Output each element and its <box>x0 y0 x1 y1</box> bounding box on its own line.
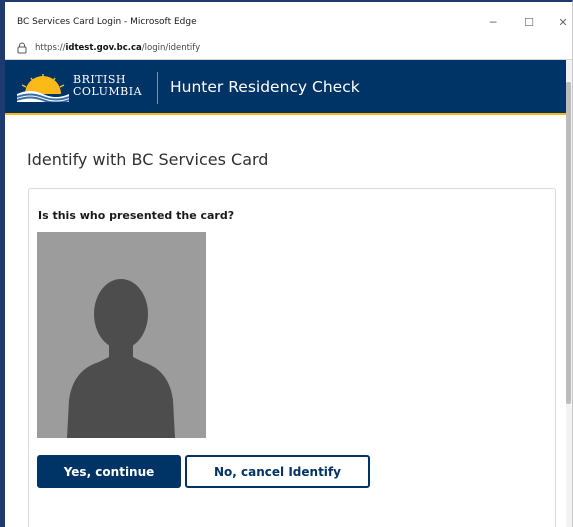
maximize-button[interactable]: ☐ <box>519 14 539 30</box>
lock-icon <box>17 42 27 53</box>
person-silhouette-icon <box>37 232 206 438</box>
identify-question: Is this who presented the card? <box>38 209 235 222</box>
yes-continue-button[interactable]: Yes, continue <box>37 455 181 488</box>
browser-window: BC Services Card Login - Microsoft Edge … <box>0 0 573 527</box>
url-path: /login/identify <box>141 42 201 53</box>
url-protocol: https:// <box>35 42 66 53</box>
close-button[interactable]: ✕ <box>553 14 572 30</box>
url-text: https://idtest.gov.bc.ca/login/identify <box>35 43 200 53</box>
app-header: BRITISH COLUMBIA Hunter Residency Check <box>5 60 572 115</box>
identify-card: Is this who presented the card? Yes, con… <box>28 188 556 527</box>
address-bar: https://idtest.gov.bc.ca/login/identify <box>5 37 572 60</box>
minimize-button[interactable]: ─ <box>483 14 503 30</box>
page-title: Identify with BC Services Card <box>27 150 269 169</box>
bc-sun-logo-icon[interactable] <box>17 72 69 102</box>
window-title: BC Services Card Login - Microsoft Edge <box>17 17 197 27</box>
url-field[interactable]: https://idtest.gov.bc.ca/login/identify <box>11 39 566 56</box>
title-bar[interactable]: BC Services Card Login - Microsoft Edge … <box>5 2 572 37</box>
header-divider <box>157 72 158 104</box>
app-title: Hunter Residency Check <box>170 78 360 96</box>
bc-wordmark-line2: COLUMBIA <box>73 85 143 98</box>
no-cancel-identify-button[interactable]: No, cancel Identify <box>185 455 370 488</box>
page-scrollbar-thumb[interactable] <box>566 82 571 404</box>
bc-wordmark: BRITISH COLUMBIA <box>73 74 142 98</box>
url-domain: idtest.gov.bc.ca <box>65 42 142 53</box>
cardholder-photo <box>37 232 206 438</box>
